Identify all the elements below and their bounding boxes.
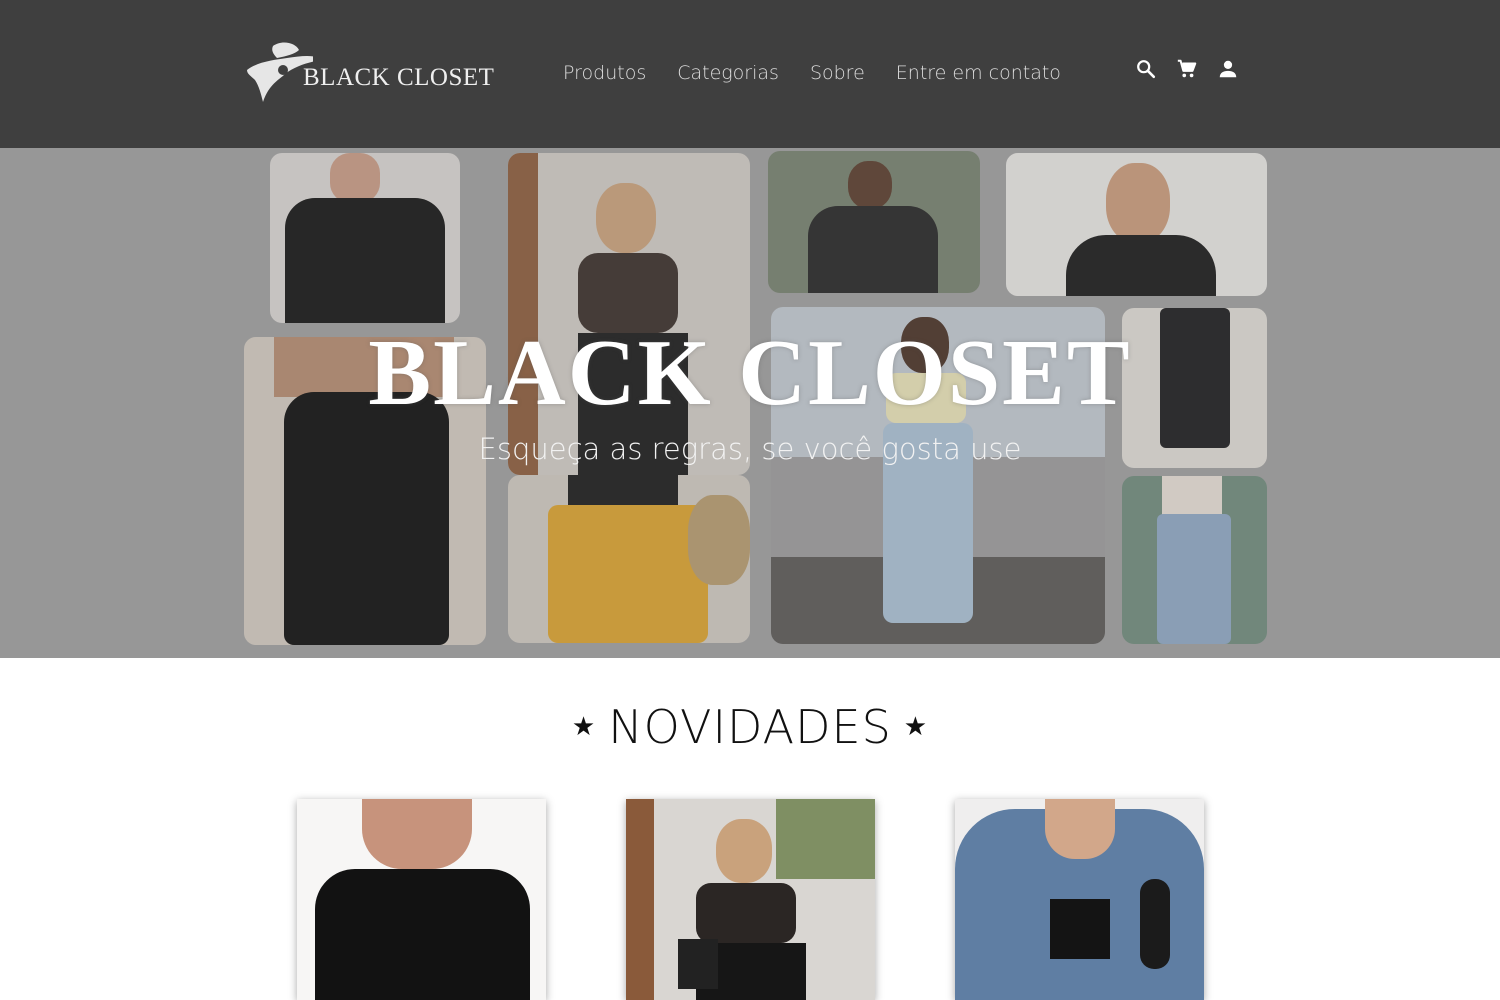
novidades-title: ★ NOVIDADES ★ — [0, 700, 1500, 754]
nav-contato[interactable]: Entre em contato — [896, 62, 1061, 90]
product-card-denim-jacket[interactable] — [955, 799, 1204, 1000]
main-nav: Produtos Categorias Sobre Entre em conta… — [563, 62, 1061, 90]
nav-produtos[interactable]: Produtos — [563, 62, 646, 90]
logo[interactable]: BLACK CLOSET — [243, 40, 494, 106]
product-card-lace-top[interactable] — [626, 799, 875, 1000]
collage-photo-floral-skirt — [508, 475, 750, 643]
account-icon[interactable] — [1217, 58, 1239, 80]
star-icon: ★ — [903, 711, 929, 742]
hero-subtitle: Esqueça as regras, se você gosta use — [478, 432, 1022, 466]
collage-photo-black-top — [270, 153, 460, 323]
search-icon[interactable] — [1135, 58, 1157, 80]
product-card-black-dress[interactable] — [297, 799, 546, 1000]
logo-text: BLACK CLOSET — [303, 64, 495, 91]
collage-photo-sunglasses — [1006, 153, 1267, 296]
hero-title: BLACK CLOSET — [368, 321, 1132, 425]
hero-banner: BLACK CLOSET Esqueça as regras, se você … — [0, 148, 1500, 658]
collage-photo-mom-jeans — [1122, 476, 1267, 644]
cart-icon[interactable] — [1176, 58, 1198, 80]
star-icon: ★ — [571, 711, 597, 742]
nav-categorias[interactable]: Categorias — [677, 62, 779, 90]
collage-photo-lace-top — [508, 153, 750, 475]
collage-photo-graphic-tee — [768, 151, 980, 293]
site-header: BLACK CLOSET Produtos Categorias Sobre E… — [0, 0, 1500, 148]
header-icons — [1135, 58, 1239, 80]
novidades-title-text: NOVIDADES — [608, 700, 892, 754]
nav-sobre[interactable]: Sobre — [810, 62, 865, 90]
